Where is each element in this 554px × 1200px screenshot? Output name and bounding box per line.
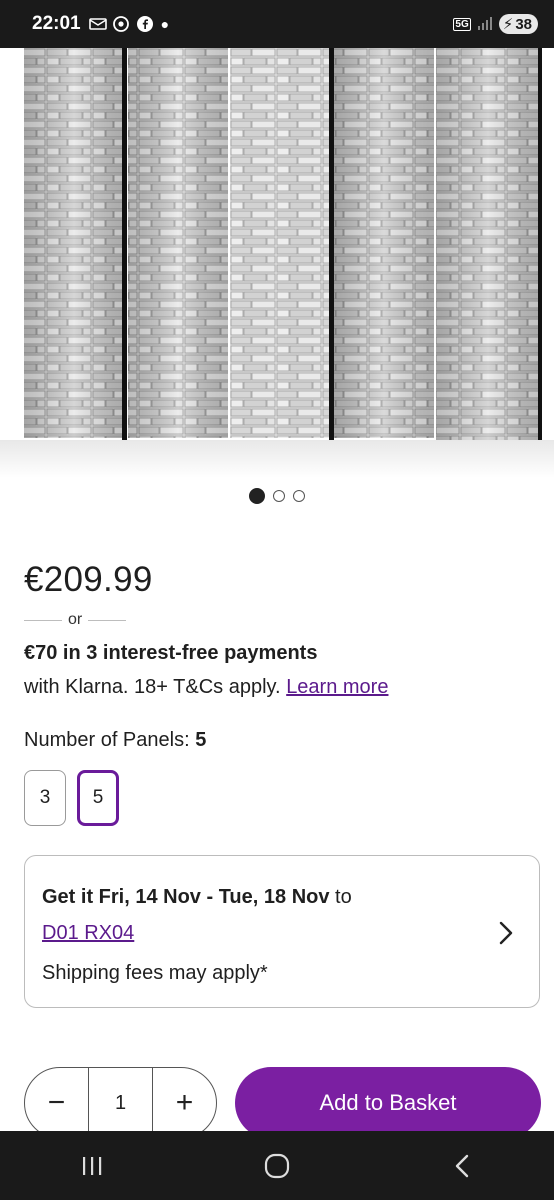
or-divider: or [24, 611, 127, 629]
or-text: or [68, 611, 83, 628]
quantity-value[interactable]: 1 [88, 1068, 153, 1138]
dot-icon: ● [160, 16, 170, 32]
delivery-postcode-link[interactable]: D01 RX04 [42, 922, 134, 945]
panel-option-5[interactable]: 5 [77, 770, 119, 826]
quantity-stepper: − 1 + [24, 1067, 217, 1139]
status-bar: 22:01 ● 5G ⚡ 38 [0, 0, 554, 48]
product-image [0, 48, 554, 478]
panel-option-3[interactable]: 3 [24, 770, 66, 826]
system-navigation-bar [0, 1131, 554, 1200]
add-to-basket-button[interactable]: Add to Basket [235, 1067, 541, 1139]
panels-label: Number of Panels: 5 [24, 729, 206, 752]
back-icon[interactable] [432, 1146, 492, 1186]
notification-icon [88, 16, 107, 32]
delivery-card[interactable]: Get it Fri, 14 Nov - Tue, 18 Nov to D01 … [24, 855, 540, 1008]
delivery-estimate: Get it Fri, 14 Nov - Tue, 18 Nov to [42, 886, 352, 909]
increase-quantity-button[interactable]: + [153, 1068, 216, 1138]
battery-level: 38 [515, 15, 532, 33]
home-icon[interactable] [247, 1146, 307, 1186]
status-time: 22:01 [32, 13, 81, 34]
battery-indicator: ⚡ 38 [498, 14, 538, 34]
panels-label-text: Number of Panels: [24, 729, 190, 751]
recent-apps-icon[interactable] [62, 1146, 122, 1186]
product-price: €209.99 [24, 560, 153, 599]
chevron-right-icon[interactable] [497, 920, 515, 946]
klarna-terms: with Klarna. 18+ T&Cs apply. Learn more [24, 676, 388, 699]
delivery-prefix: Get it [42, 886, 99, 908]
panels-selected-value: 5 [195, 729, 207, 751]
carousel-pagination [0, 488, 554, 504]
decrease-quantity-button[interactable]: − [25, 1068, 88, 1138]
carousel-dot-3[interactable] [293, 490, 305, 502]
carousel-dot-1[interactable] [249, 488, 265, 504]
learn-more-link[interactable]: Learn more [286, 676, 388, 698]
network-type: 5G [453, 17, 471, 31]
carousel-dot-2[interactable] [273, 490, 285, 502]
klarna-terms-text: with Klarna. 18+ T&Cs apply. [24, 676, 281, 698]
shipping-fees-note: Shipping fees may apply* [42, 962, 268, 984]
chrome-icon [112, 16, 129, 32]
delivery-dates: Fri, 14 Nov - Tue, 18 Nov [98, 886, 330, 908]
facebook-icon [136, 16, 153, 32]
delivery-suffix: to [329, 886, 352, 908]
product-image-carousel[interactable] [0, 48, 554, 478]
signal-icon [477, 16, 493, 33]
klarna-installments: €70 in 3 interest-free payments [24, 642, 318, 664]
battery-icon: ⚡ [502, 16, 514, 33]
